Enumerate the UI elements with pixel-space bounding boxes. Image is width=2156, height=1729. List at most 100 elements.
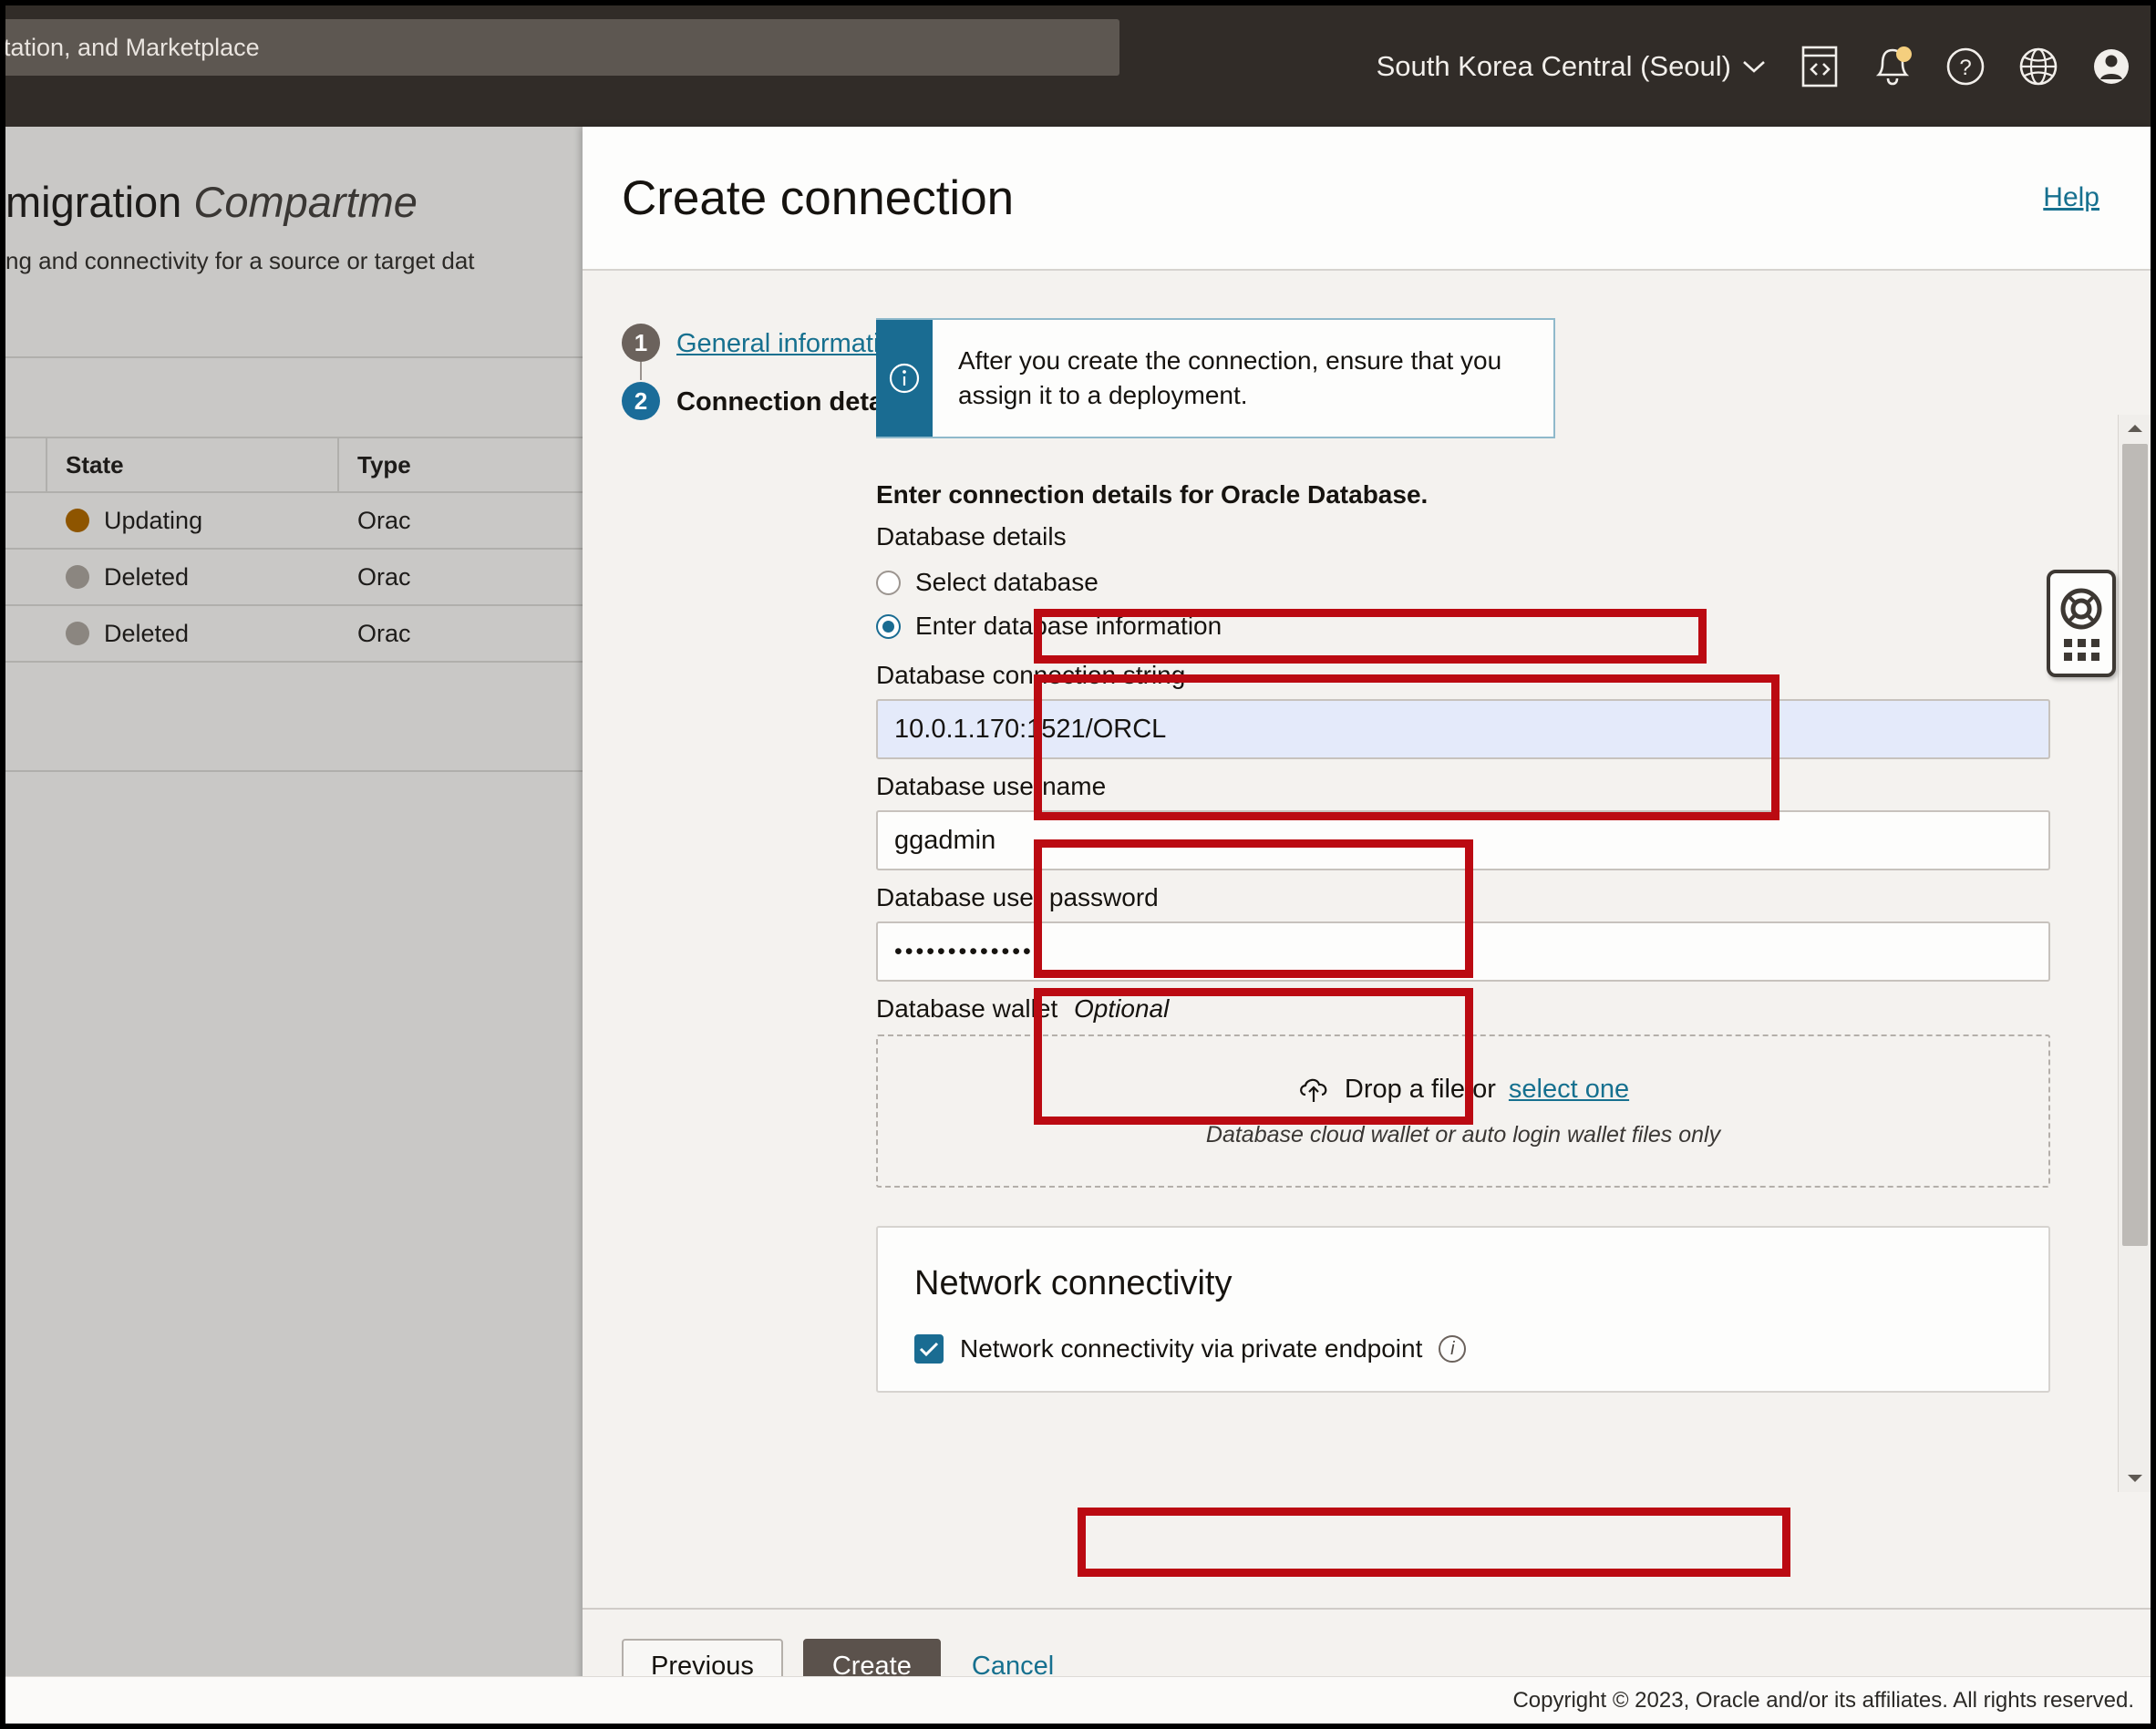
row-type-cell: Orac [357,619,411,647]
life-ring-icon[interactable] [2058,586,2104,632]
field-label: Database user password [876,883,1159,911]
network-connectivity-title: Network connectivity [914,1264,1233,1302]
status-label: Deleted [104,562,190,591]
field-label: Database username [876,772,1107,800]
region-selector-label: South Korea Central (Seoul) [1376,49,1731,82]
panel-header: Create connection Help [583,127,2151,271]
page-title-block: migration Compartme ng and connectivity … [5,177,583,275]
cloud-upload-icon [1299,1078,1327,1102]
dropzone-prompt: Drop a file or select one [1297,1075,1629,1106]
form-heading: Enter connection details for Oracle Data… [876,480,1429,509]
svg-text:?: ? [1959,56,1971,80]
help-link[interactable]: Help [2043,182,2099,213]
database-details-label: Database details [876,522,1067,551]
row-state-cell: Deleted [47,549,339,605]
wizard-step-general-information[interactable]: 1 General information [622,324,909,380]
global-header: tation, and Marketplace South Korea Cent… [5,5,2151,127]
divider [5,356,583,358]
wizard-step-connection-details[interactable]: 2 Connection details [622,382,913,422]
optional-tag: Optional [1074,994,1170,1023]
global-search-placeholder: tation, and Marketplace [4,33,260,61]
grid-dots-icon[interactable] [2063,639,2099,661]
page-title: migration Compartme [5,177,583,227]
background-page: migration Compartme ng and connectivity … [5,127,583,1724]
page-title-text: migration [5,178,182,226]
cloud-shell-icon[interactable] [1793,40,1846,93]
create-connection-panel: Create connection Help 1 General informa… [583,127,2151,1724]
row-type-cell: Orac [357,506,411,534]
table-row[interactable]: Deleted Orac [5,606,583,663]
database-username-input[interactable]: ggadmin [876,810,2050,870]
panel-scrollbar[interactable] [2118,415,2151,1492]
dropzone-text: Drop a file or [1344,1075,1496,1104]
scroll-up-arrow[interactable] [2119,415,2151,442]
chevron-down-icon [1743,60,1765,73]
private-endpoint-label: Network connectivity via private endpoin… [960,1334,1423,1363]
info-circle-icon [876,320,933,437]
field-label: Database wallet Optional [876,994,2050,1024]
table-header-type[interactable]: Type [339,437,583,493]
global-search-input[interactable]: tation, and Marketplace [4,19,1119,76]
row-state-cell: Deleted [47,605,339,662]
bell-icon[interactable] [1866,40,1919,93]
panel-title: Create connection [622,170,1015,225]
table-empty-area [5,663,583,772]
radio-button-selected[interactable] [876,613,901,639]
field-database-password: Database user password ••••••••••••• [876,883,2050,982]
globe-icon[interactable] [2012,40,2065,93]
password-masked-value: ••••••••••••• [894,938,1034,964]
panel-body: 1 General information 2 Connection detai… [583,271,2151,1608]
copyright-footer: Copyright © 2023, Oracle and/or its affi… [5,1676,2151,1724]
connections-table: State Type Updating Orac Deleted Orac De… [5,437,583,772]
table-row[interactable]: Updating Orac [5,493,583,550]
status-dot [66,509,89,532]
region-selector[interactable]: South Korea Central (Seoul) [1369,45,1773,88]
app-window: tation, and Marketplace South Korea Cent… [0,0,2156,1729]
user-avatar-icon[interactable] [2085,40,2138,93]
field-database-username: Database username ggadmin [876,772,2050,870]
help-circle-icon[interactable]: ? [1939,40,1992,93]
table-header-row: State Type [5,437,583,493]
radio-enter-database-information[interactable]: Enter database information [876,604,2050,648]
step-connector [640,362,642,380]
connection-string-input[interactable]: 10.0.1.170:1521/ORCL [876,699,2050,759]
select-all-cell[interactable] [5,437,47,493]
floating-help-widget[interactable] [2047,570,2116,677]
row-state-cell: Updating [47,492,339,549]
status-label: Updating [104,506,203,534]
row-checkbox[interactable] [5,492,47,549]
database-password-input[interactable]: ••••••••••••• [876,921,2050,982]
table-row[interactable]: Deleted Orac [5,550,583,606]
row-checkbox[interactable] [5,605,47,662]
field-database-wallet: Database wallet Optional Drop a file or … [876,994,2050,1188]
copyright-text: Copyright © 2023, Oracle and/or its affi… [1512,1687,2134,1713]
step-number: 1 [622,324,660,362]
step-number: 2 [622,382,660,420]
info-circle-small-icon[interactable]: i [1439,1335,1467,1363]
step-label: General information [676,329,909,358]
status-dot [66,565,89,589]
radio-button-unselected[interactable] [876,570,901,595]
info-banner-text: After you create the connection, ensure … [958,346,1502,409]
wallet-dropzone[interactable]: Drop a file or select one Database cloud… [876,1034,2050,1188]
dropzone-hint: Database cloud wallet or auto login wall… [1205,1121,1721,1148]
field-label: Database connection string [876,661,1186,689]
status-dot [66,622,89,645]
info-banner: After you create the connection, ensure … [876,318,1555,438]
row-checkbox[interactable] [5,549,47,605]
status-label: Deleted [104,619,190,647]
radio-select-database[interactable]: Select database [876,561,2050,604]
field-connection-string: Database connection string 10.0.1.170:15… [876,661,2050,759]
page-title-compartment: Compartme [193,178,418,226]
notification-badge [1896,46,1912,62]
table-header-state[interactable]: State [47,437,339,493]
wallet-label-text: Database wallet [876,994,1058,1023]
private-endpoint-checkbox[interactable] [914,1334,944,1364]
private-endpoint-checkbox-row[interactable]: Network connectivity via private endpoin… [914,1334,2012,1364]
select-file-link[interactable]: select one [1509,1075,1629,1105]
row-type-cell: Orac [357,562,411,591]
wizard-steps: 1 General information 2 Connection detai… [583,271,913,1608]
page-subtitle: ng and connectivity for a source or targ… [5,247,475,274]
scroll-down-arrow[interactable] [2119,1465,2151,1492]
scrollbar-thumb[interactable] [2122,444,2148,1246]
